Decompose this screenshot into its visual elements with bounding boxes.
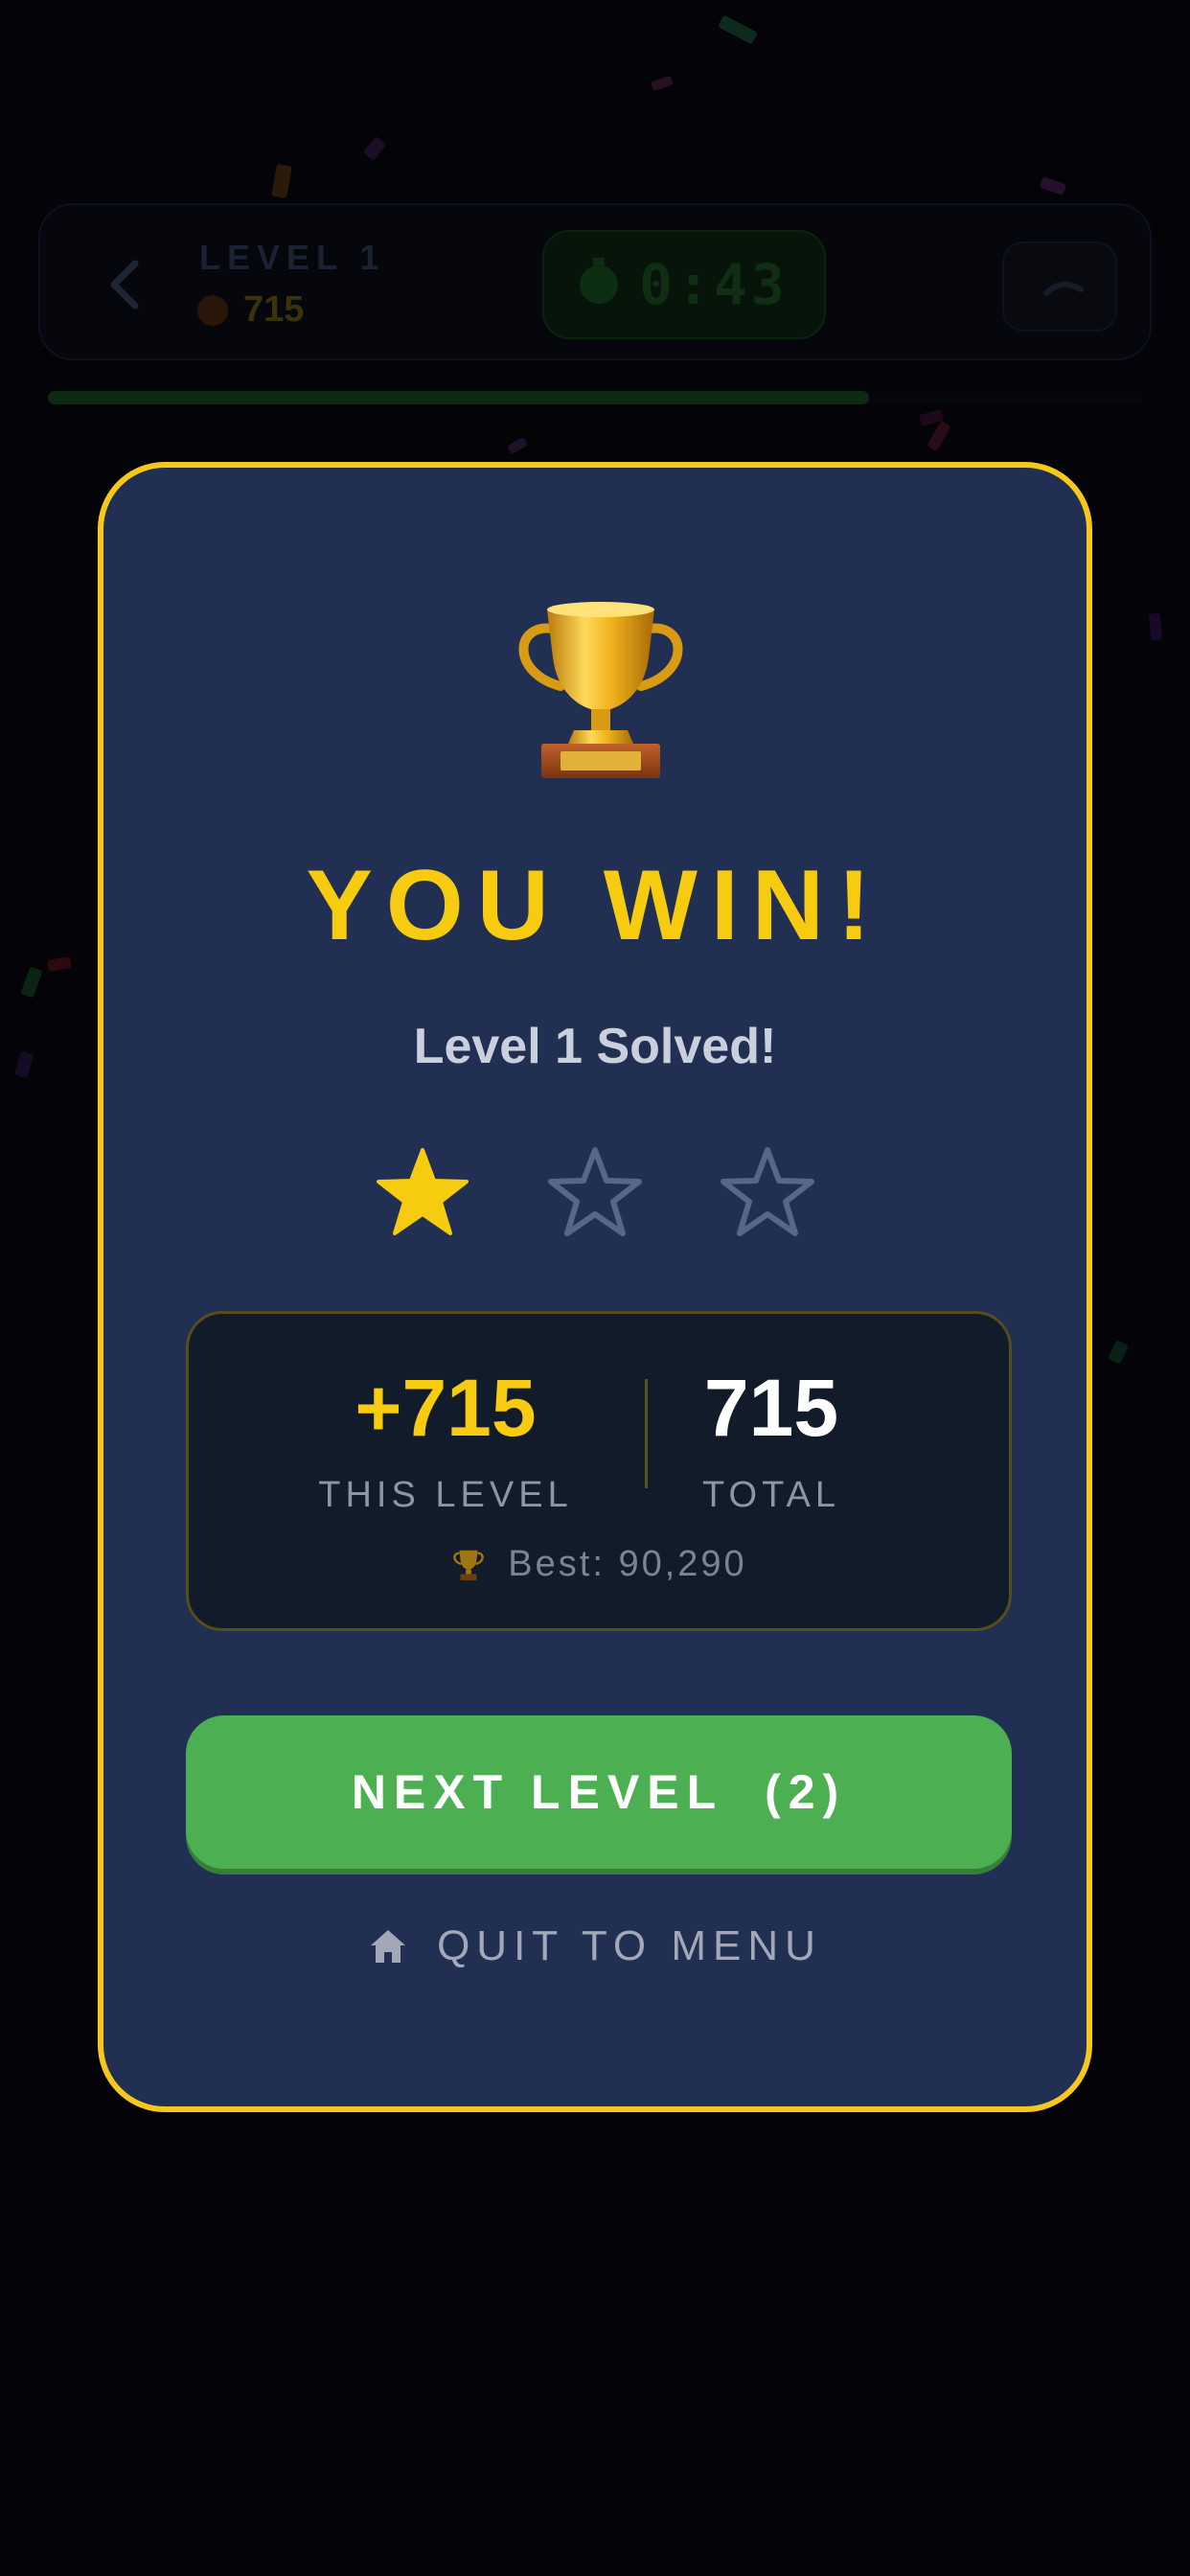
header-score-value: 715 xyxy=(243,289,305,330)
timer-value: 0:43 xyxy=(639,252,789,317)
back-button[interactable] xyxy=(96,251,153,318)
confetti xyxy=(650,75,675,92)
level-label: LEVEL 1 xyxy=(199,238,386,277)
star-empty-icon xyxy=(721,1147,814,1236)
confetti xyxy=(271,163,292,199)
confetti xyxy=(506,436,529,455)
darts-icon xyxy=(197,294,228,326)
star-rating xyxy=(103,1144,1087,1240)
confetti xyxy=(1148,612,1163,641)
undo-button[interactable] xyxy=(1002,242,1117,332)
next-level-button-label: NEXT LEVEL (2) xyxy=(351,1765,847,1819)
total-score: 715 TOTAL xyxy=(618,1368,925,1516)
star-empty-icon xyxy=(548,1147,642,1236)
confetti xyxy=(362,136,387,161)
quit-to-menu-button[interactable]: QUIT TO MENU xyxy=(103,1922,1087,1970)
score-summary: +715 THIS LEVEL 715 TOTAL Best: 90,290 xyxy=(186,1311,1012,1631)
this-level-score-value: +715 xyxy=(355,1363,537,1453)
confetti xyxy=(1039,175,1067,196)
home-icon xyxy=(371,1930,406,1963)
confetti xyxy=(927,421,951,451)
level-progress-bar xyxy=(48,391,1142,404)
confetti xyxy=(20,966,43,999)
header-score: 715 xyxy=(197,289,304,331)
total-score-value: 715 xyxy=(703,1363,839,1453)
level-progress-fill xyxy=(48,391,869,404)
confetti xyxy=(1108,1340,1129,1365)
confetti xyxy=(47,956,72,972)
timer: 0:43 xyxy=(542,230,826,339)
game-screen: LEVEL 1 715 0:43 YOU WIN! Level 1 Solved… xyxy=(0,0,1190,2576)
this-level-score: +715 THIS LEVEL xyxy=(283,1368,608,1516)
undo-icon xyxy=(1043,281,1084,296)
trophy-icon xyxy=(518,602,683,778)
chevron-left-icon xyxy=(110,260,139,310)
total-score-label: TOTAL xyxy=(702,1475,840,1515)
best-score-text: Best: 90,290 xyxy=(508,1544,747,1584)
this-level-score-label: THIS LEVEL xyxy=(318,1475,573,1515)
win-title: YOU WIN! xyxy=(306,850,884,961)
best-score: Best: 90,290 xyxy=(189,1544,1009,1585)
star-filled-icon xyxy=(377,1148,469,1235)
level-solved-text: Level 1 Solved! xyxy=(413,1019,777,1074)
stopwatch-icon xyxy=(580,258,619,304)
confetti xyxy=(718,14,758,45)
confetti xyxy=(13,1050,34,1079)
next-level-button[interactable]: NEXT LEVEL (2) xyxy=(186,1715,1012,1869)
win-modal: YOU WIN! Level 1 Solved! +715 THIS LEVEL… xyxy=(98,462,1092,2112)
quit-to-menu-label: QUIT TO MENU xyxy=(437,1922,822,1969)
trophy-icon xyxy=(453,1550,485,1580)
